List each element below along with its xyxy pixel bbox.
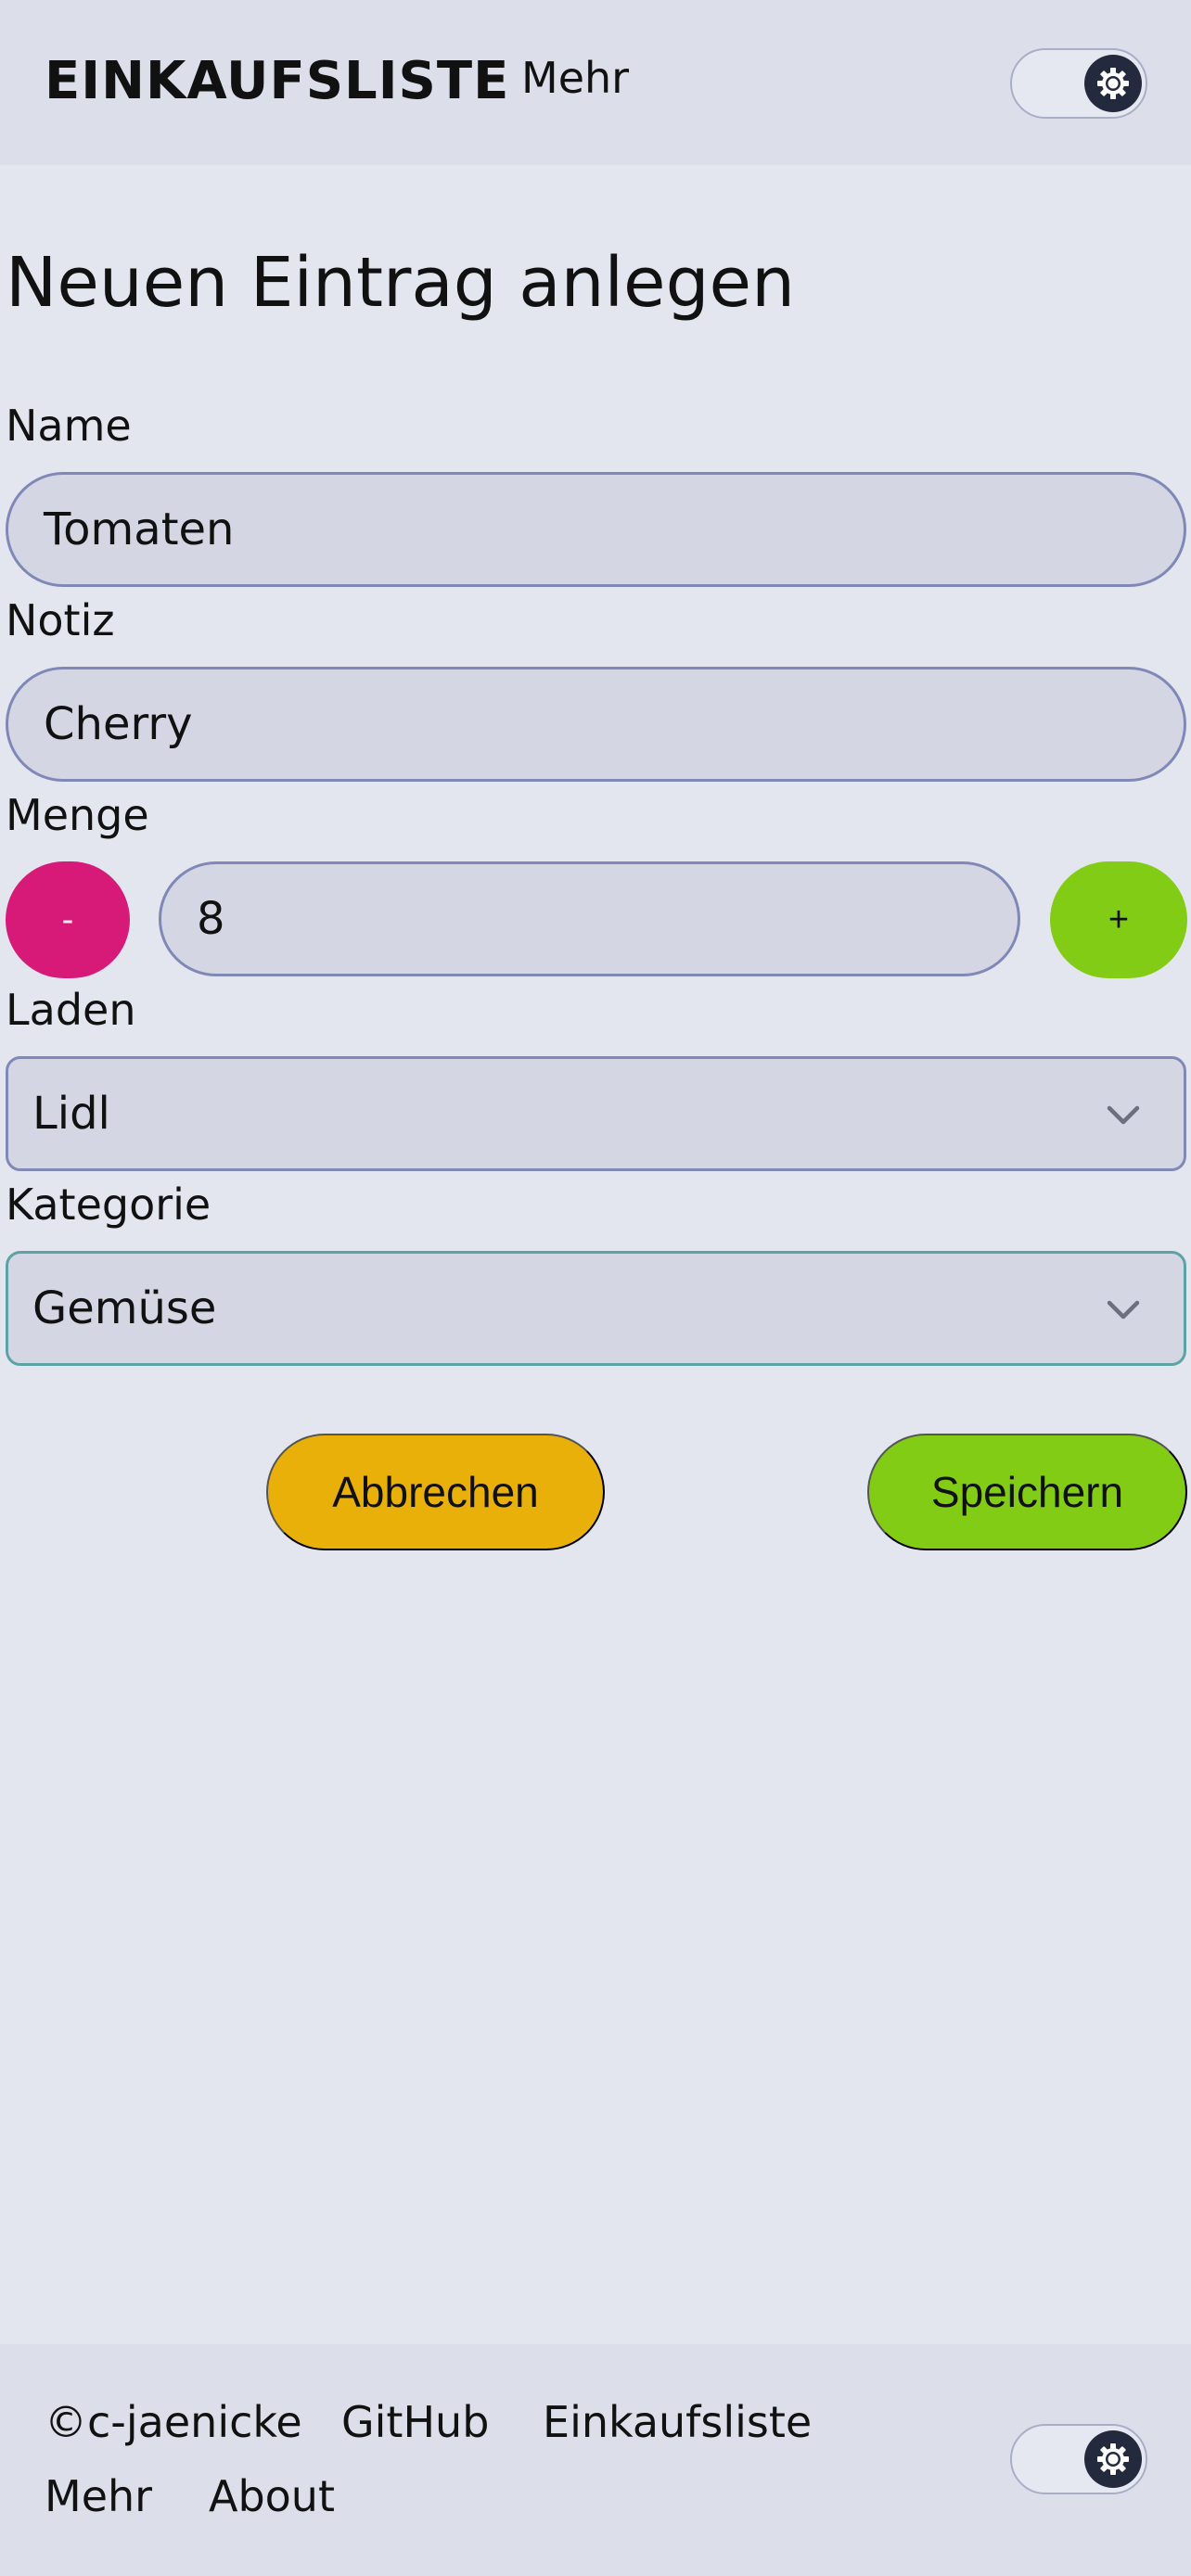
store-label: Laden bbox=[6, 985, 136, 1035]
page-title: Neuen Eintrag anlegen bbox=[6, 243, 795, 323]
footer-link-mehr[interactable]: Mehr bbox=[45, 2471, 152, 2521]
footer-link-einkaufsliste[interactable]: Einkaufsliste bbox=[543, 2397, 812, 2447]
copyright-link[interactable]: ©c-jaenicke bbox=[45, 2397, 302, 2447]
top-nav: EINKAUFSLISTE Mehr bbox=[0, 0, 1191, 165]
theme-toggle[interactable] bbox=[1010, 2424, 1147, 2494]
footer: ©c-jaenicke GitHub Einkaufsliste Mehr Ab… bbox=[0, 2344, 1191, 2576]
footer-link-about[interactable]: About bbox=[209, 2471, 335, 2521]
store-value: Lidl bbox=[32, 1088, 110, 1140]
quantity-input[interactable]: 8 bbox=[159, 861, 1020, 976]
store-select[interactable]: Lidl bbox=[6, 1056, 1186, 1171]
save-button[interactable]: Speichern bbox=[867, 1434, 1187, 1550]
category-label: Kategorie bbox=[6, 1180, 211, 1230]
note-input[interactable]: Cherry bbox=[6, 667, 1186, 782]
name-input[interactable]: Tomaten bbox=[6, 472, 1186, 587]
quantity-value: 8 bbox=[197, 893, 225, 945]
chevron-down-icon bbox=[1107, 1105, 1140, 1125]
name-label: Name bbox=[6, 401, 132, 451]
name-value: Tomaten bbox=[44, 504, 235, 555]
note-label: Notiz bbox=[6, 595, 115, 645]
quantity-label: Menge bbox=[6, 790, 149, 840]
category-value: Gemüse bbox=[32, 1282, 217, 1334]
gear-icon bbox=[1084, 2430, 1142, 2488]
brand-link[interactable]: EINKAUFSLISTE bbox=[45, 51, 509, 111]
chevron-down-icon bbox=[1107, 1300, 1140, 1320]
footer-link-github[interactable]: GitHub bbox=[341, 2397, 489, 2447]
page: EINKAUFSLISTE Mehr Neuen Eintrag anlegen… bbox=[0, 0, 1191, 2576]
gear-icon bbox=[1084, 55, 1142, 112]
category-select[interactable]: Gemüse bbox=[6, 1251, 1186, 1366]
nav-more-link[interactable]: Mehr bbox=[521, 53, 629, 103]
increment-button[interactable]: + bbox=[1050, 861, 1187, 978]
decrement-button[interactable]: - bbox=[6, 861, 130, 978]
cancel-button[interactable]: Abbrechen bbox=[266, 1434, 605, 1550]
theme-toggle[interactable] bbox=[1010, 48, 1147, 119]
note-value: Cherry bbox=[44, 698, 193, 750]
